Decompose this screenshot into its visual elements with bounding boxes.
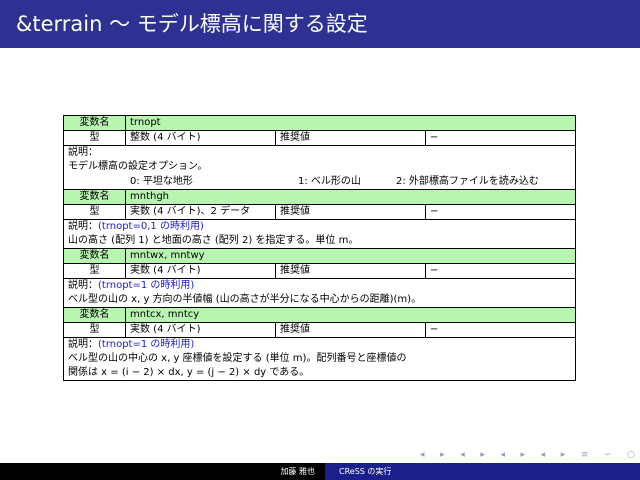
description-cell: 説明： モデル標高の設定オプション。 0: 平坦な地形 1: ベル形の山 2: …: [63, 145, 576, 190]
footer-bar: 加藤 雅也 CReSS の実行: [0, 463, 640, 480]
usage-note: (trnopt=1 の時利用): [98, 280, 195, 291]
description-cell: 説明：(trnopt=1 の時利用) ベル型の山の中心の x, y 座標値を設定…: [63, 337, 576, 381]
type-value: 実数 (4 バイト): [125, 263, 276, 279]
nav-next-frame-icon[interactable]: ▸: [480, 450, 485, 460]
description-label: 説明：: [68, 339, 98, 350]
parameter-table: 変数名 trnopt 型 整数 (4 バイト) 推奨値 − 説明： モデル標高の…: [63, 115, 576, 381]
recommended-label: 推奨値: [275, 204, 426, 220]
usage-note: (trnopt=1 の時利用): [98, 339, 195, 350]
var-name-value: mntwx, mntwy: [125, 248, 576, 264]
type-label: 型: [63, 322, 126, 338]
recommended-value: −: [425, 322, 576, 338]
table-row: 型 整数 (4 バイト) 推奨値 −: [63, 130, 576, 146]
type-label: 型: [63, 130, 126, 146]
description-line: 山の高さ (配列 1) と地面の高さ (配列 2) を指定する。単位 m。: [68, 235, 359, 246]
table-row: 変数名 mntwx, mntwy: [63, 248, 576, 264]
recommended-label: 推奨値: [275, 130, 426, 146]
description-cell: 説明：(trnopt=0,1 の時利用) 山の高さ (配列 1) と地面の高さ …: [63, 219, 576, 249]
option-item: 1: ベル形の山: [298, 176, 361, 187]
option-item: 2: 外部標高ファイルを読み込む: [396, 176, 539, 187]
table-row: 型 実数 (4 バイト) 推奨値 −: [63, 322, 576, 338]
description-label: 説明：: [68, 147, 98, 158]
nav-prev-section-icon[interactable]: ◂: [500, 450, 505, 460]
description-label: 説明：: [68, 221, 98, 232]
nav-prev-subsection-icon[interactable]: ◂: [541, 450, 546, 460]
slide-navigation[interactable]: ◂ ▸ ◂ ▸ ◂ ▸ ◂ ▸ ≡ ∽ ○: [420, 450, 635, 460]
table-row: 説明：(trnopt=0,1 の時利用) 山の高さ (配列 1) と地面の高さ …: [63, 219, 576, 249]
var-name-label: 変数名: [63, 307, 126, 323]
slide-title: &terrain ～ モデル標高に関する設定: [0, 0, 640, 48]
description-line: ベル型の山の中心の x, y 座標値を設定する (単位 m)。配列番号と座標値の: [68, 353, 407, 364]
recommended-value: −: [425, 263, 576, 279]
nav-search-icon[interactable]: ○: [627, 450, 635, 460]
option-item: 0: 平坦な地形: [130, 176, 193, 187]
recommended-label: 推奨値: [275, 322, 426, 338]
footer-author: 加藤 雅也: [0, 463, 325, 480]
nav-back-icon[interactable]: ∽: [604, 450, 612, 460]
table-row: 型 実数 (4 バイト) 推奨値 −: [63, 263, 576, 279]
var-name-value: mntcx, mntcy: [125, 307, 576, 323]
option-list: 0: 平坦な地形 1: ベル形の山 2: 外部標高ファイルを読み込む: [68, 175, 571, 189]
nav-next-subsection-icon[interactable]: ▸: [561, 450, 566, 460]
type-value: 実数 (4 バイト)、2 データ: [125, 204, 276, 220]
nav-prev-frame-icon[interactable]: ◂: [460, 450, 465, 460]
nav-next-section-icon[interactable]: ▸: [521, 450, 526, 460]
var-name-label: 変数名: [63, 115, 126, 131]
table-row: 型 実数 (4 バイト)、2 データ 推奨値 −: [63, 204, 576, 220]
table-row: 変数名 mnthgh: [63, 189, 576, 205]
usage-note: (trnopt=0,1 の時利用): [98, 221, 204, 232]
table-row: 変数名 mntcx, mntcy: [63, 307, 576, 323]
nav-menu-icon[interactable]: ≡: [581, 450, 589, 460]
description-line: 関係は x = (i − 2) × dx, y = (j − 2) × dy で…: [68, 367, 310, 378]
type-value: 整数 (4 バイト): [125, 130, 276, 146]
nav-prev-icon[interactable]: ◂: [420, 450, 425, 460]
recommended-label: 推奨値: [275, 263, 426, 279]
table-row: 変数名 trnopt: [63, 115, 576, 131]
var-name-label: 変数名: [63, 248, 126, 264]
var-name-value: trnopt: [125, 115, 576, 131]
recommended-value: −: [425, 204, 576, 220]
footer-talk-title: CReSS の実行: [325, 463, 640, 480]
table-row: 説明： モデル標高の設定オプション。 0: 平坦な地形 1: ベル形の山 2: …: [63, 145, 576, 190]
description-cell: 説明：(trnopt=1 の時利用) ベル型の山の x, y 方向の半値幅 (山…: [63, 278, 576, 308]
table-row: 説明：(trnopt=1 の時利用) ベル型の山の中心の x, y 座標値を設定…: [63, 337, 576, 381]
description-line: ベル型の山の x, y 方向の半値幅 (山の高さが半分になる中心からの距離)(m…: [68, 294, 422, 305]
type-label: 型: [63, 263, 126, 279]
description-line: モデル標高の設定オプション。: [68, 161, 208, 172]
var-name-label: 変数名: [63, 189, 126, 205]
nav-next-icon[interactable]: ▸: [440, 450, 445, 460]
description-label: 説明：: [68, 280, 98, 291]
recommended-value: −: [425, 130, 576, 146]
type-label: 型: [63, 204, 126, 220]
type-value: 実数 (4 バイト): [125, 322, 276, 338]
var-name-value: mnthgh: [125, 189, 576, 205]
table-row: 説明：(trnopt=1 の時利用) ベル型の山の x, y 方向の半値幅 (山…: [63, 278, 576, 308]
